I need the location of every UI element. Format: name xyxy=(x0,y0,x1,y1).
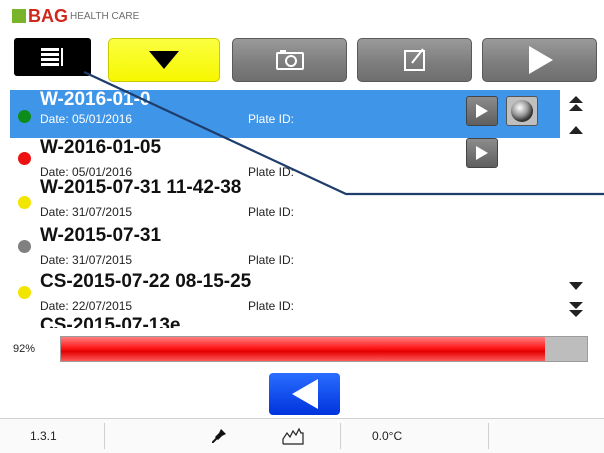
list-item[interactable]: W-2015-07-31 11-42-38 Date: 31/07/2015 P… xyxy=(0,177,560,226)
row-play-button[interactable] xyxy=(466,96,498,126)
record-name: W-2015-07-31 xyxy=(40,225,162,246)
temperature-label: 0.0°C xyxy=(372,429,403,443)
status-dot xyxy=(18,196,31,209)
edit-icon xyxy=(403,48,425,71)
scroll-up-button[interactable] xyxy=(566,120,586,140)
back-button[interactable] xyxy=(269,373,340,415)
scroll-top-button[interactable] xyxy=(566,94,586,114)
signal-chart-status xyxy=(282,419,304,453)
pin-status xyxy=(212,419,226,453)
scroll-down-icon xyxy=(569,282,583,290)
progress-percent: 92% xyxy=(13,343,36,355)
brand-name: BAG xyxy=(28,6,68,26)
list-item[interactable]: W-2016-01-0 Date: 05/01/2016 Plate ID: xyxy=(10,89,560,138)
logo-square xyxy=(12,9,26,23)
triangle-down-icon xyxy=(149,51,179,69)
version-label: 1.3.1 xyxy=(30,429,57,443)
divider xyxy=(488,423,489,449)
record-plate-id: Plate ID: xyxy=(248,165,295,179)
plate-image-button[interactable] xyxy=(506,96,538,126)
record-name: W-2016-01-05 xyxy=(40,137,162,158)
scroll-bottom-icon xyxy=(569,302,583,317)
play-button[interactable] xyxy=(482,38,597,82)
list-item[interactable]: CS-2015-07-22 08-15-25 Date: 22/07/2015 … xyxy=(0,271,560,320)
list-item[interactable]: CS-2015-07-13e xyxy=(0,315,560,328)
record-plate-id: Plate ID: xyxy=(248,299,295,313)
status-dot xyxy=(18,240,31,253)
status-dot xyxy=(18,286,31,299)
edit-button[interactable] xyxy=(357,38,472,82)
divider xyxy=(104,423,105,449)
progress-fill xyxy=(61,337,545,361)
scroll-up-icon xyxy=(569,126,583,134)
camera-button[interactable] xyxy=(232,38,347,82)
progress-bar xyxy=(60,336,588,362)
record-date: Date: 31/07/2015 xyxy=(40,205,133,219)
record-plate-id: Plate ID: xyxy=(248,112,295,126)
record-name: CS-2015-07-22 08-15-25 xyxy=(40,271,252,292)
play-icon xyxy=(476,104,488,118)
brand-subtitle: HEALTH CARE xyxy=(70,11,140,22)
list-menu-icon xyxy=(40,48,63,66)
row-play-button[interactable] xyxy=(466,138,498,168)
brand-logo: BAG HEALTH CARE xyxy=(12,7,139,25)
camera-icon xyxy=(275,50,304,70)
record-name: W-2016-01-0 xyxy=(40,89,151,110)
scroll-top-icon xyxy=(569,96,583,111)
signal-chart-icon xyxy=(282,427,304,445)
scroll-down-button[interactable] xyxy=(566,276,586,296)
play-icon xyxy=(528,46,553,74)
toolbar xyxy=(0,38,604,84)
record-name: CS-2015-07-13e xyxy=(40,315,181,328)
record-date: Date: 31/07/2015 xyxy=(40,253,133,267)
status-dot xyxy=(18,110,31,123)
scroll-bottom-button[interactable] xyxy=(566,300,586,320)
record-plate-id: Plate ID: xyxy=(248,253,295,267)
record-date: Date: 05/01/2016 xyxy=(40,112,133,126)
divider xyxy=(340,423,341,449)
record-name: W-2015-07-31 11-42-38 xyxy=(40,177,242,198)
header: BAG HEALTH CARE xyxy=(0,0,604,34)
list-item[interactable]: W-2015-07-31 Date: 31/07/2015 Plate ID: xyxy=(0,225,560,274)
back-arrow-icon xyxy=(291,379,318,409)
record-plate-id: Plate ID: xyxy=(248,205,295,219)
record-date: Date: 22/07/2015 xyxy=(40,299,133,313)
menu-button[interactable] xyxy=(14,38,91,76)
record-list[interactable]: W-2016-01-0 Date: 05/01/2016 Plate ID: W… xyxy=(0,88,604,328)
plate-ball-icon xyxy=(511,100,533,122)
status-bar: 1.3.1 0.0°C xyxy=(0,418,604,453)
play-icon xyxy=(476,146,488,160)
pin-icon xyxy=(212,429,226,443)
dropdown-button[interactable] xyxy=(108,38,220,82)
status-dot xyxy=(18,152,31,165)
